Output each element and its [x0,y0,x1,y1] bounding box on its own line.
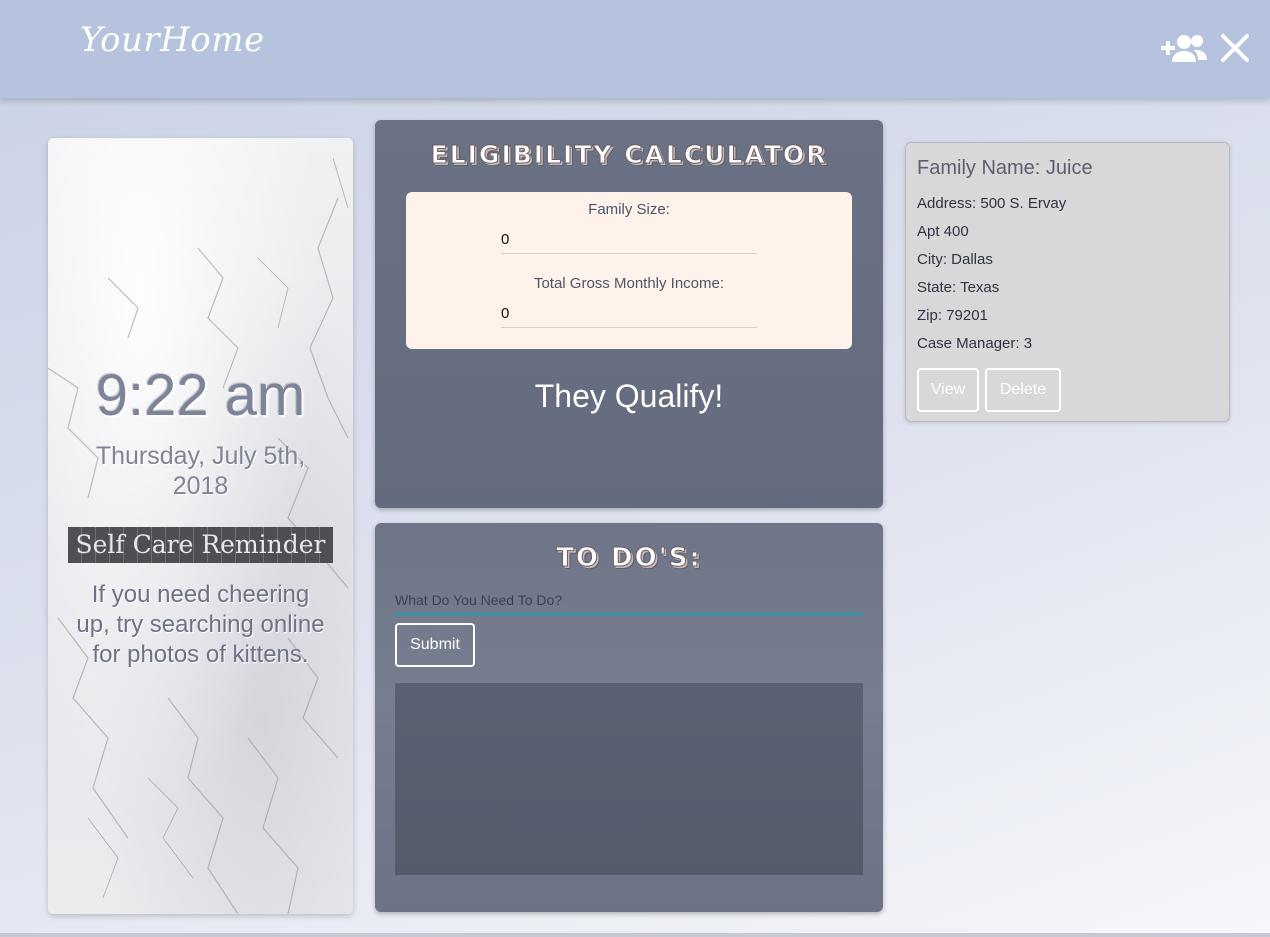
submit-button[interactable]: Submit [395,623,475,667]
self-care-title: Self Care Reminder [68,527,333,563]
family-apt: Apt 400 [917,223,969,240]
todo-input[interactable] [395,587,863,615]
family-zip: Zip: 79201 [917,307,988,324]
calculator-form: Family Size: Total Gross Monthly Income: [406,192,852,349]
eligibility-calculator-panel: ELIGIBILITY CALCULATOR Family Size: Tota… [375,120,883,508]
todo-title: TO DO'S: [556,543,702,574]
view-button[interactable]: View [917,368,979,412]
marble-texture [48,157,349,914]
brand-logo[interactable]: YourHome [80,20,265,60]
family-name: Family Name: Juice [917,157,1093,179]
family-card: Family Name: Juice Address: 500 S. Ervay… [905,142,1230,422]
income-label: Total Gross Monthly Income: [533,275,725,292]
family-city: City: Dallas [917,251,993,268]
qualify-result: They Qualify! [534,378,724,414]
clock-card: 9:22 am Thursday, July 5th, 2018 Self Ca… [48,138,353,914]
family-case-manager: Case Manager: 3 [917,335,1033,352]
app-header: YourHome [0,0,1270,98]
clock-date: Thursday, July 5th, 2018 [95,442,306,500]
family-size-label: Family Size: [588,201,670,218]
delete-button[interactable]: Delete [985,368,1061,412]
family-address: Address: 500 S. Ervay [917,195,1067,212]
calculator-title: ELIGIBILITY CALCULATOR [430,140,828,170]
add-user-icon[interactable] [1160,32,1208,66]
close-icon[interactable] [1219,32,1251,64]
todo-panel: TO DO'S: Submit [375,523,883,912]
monthly-income-input[interactable] [501,300,757,328]
page-bottom-border [0,933,1270,937]
family-size-input[interactable] [501,226,757,254]
clock-time: 9:22 am [95,363,306,428]
family-state: State: Texas [917,279,1000,296]
todo-list [395,683,863,875]
self-care-text: If you need cheering up, try searching o… [76,581,325,668]
